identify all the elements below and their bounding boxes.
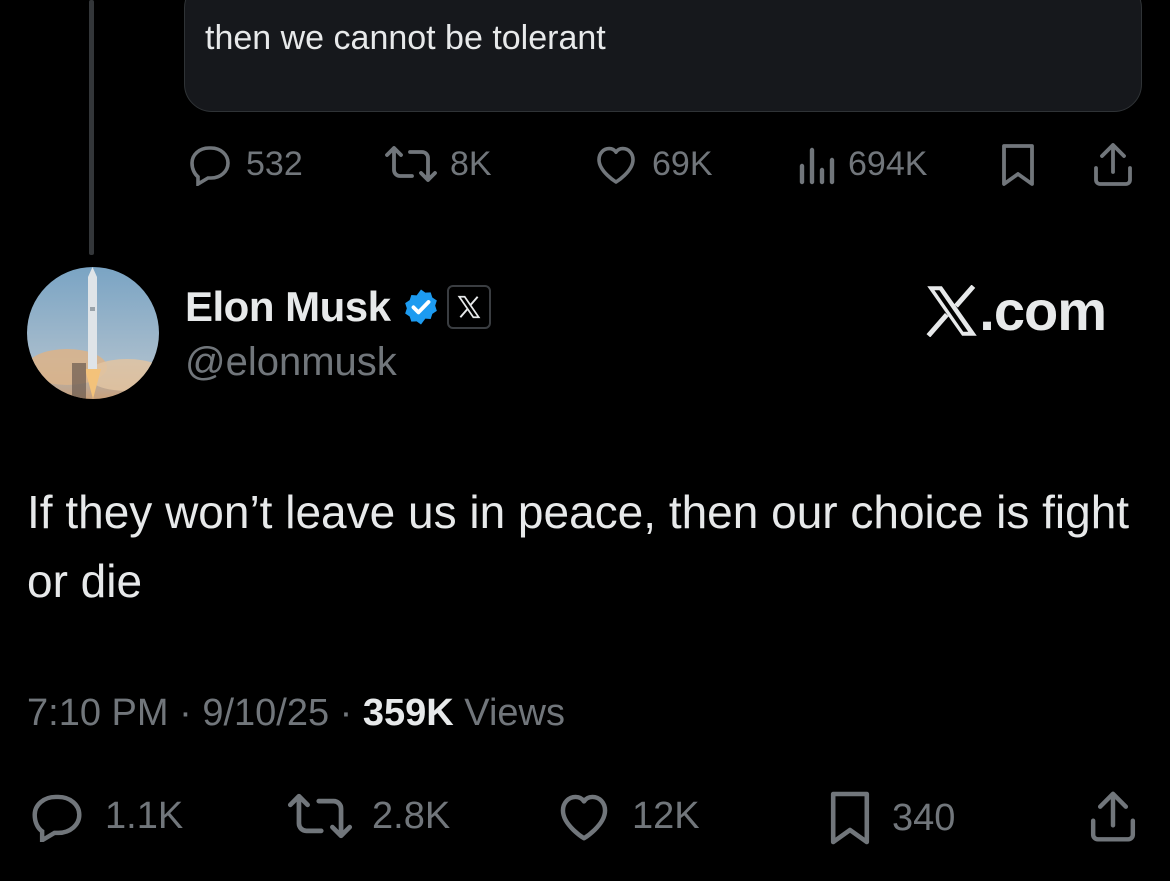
repost-icon (385, 146, 437, 182)
avatar-image (27, 267, 159, 399)
x-com-watermark: .com (925, 278, 1107, 343)
quoted-share-button[interactable] (1090, 140, 1136, 188)
quoted-reply-count: 532 (246, 144, 303, 183)
views-count[interactable]: 359K (363, 692, 454, 734)
author-name-row: Elon Musk (185, 283, 491, 331)
reply-icon (32, 794, 82, 842)
like-icon (597, 146, 635, 184)
post-date[interactable]: 9/10/25 (202, 692, 329, 734)
affiliate-badge[interactable] (446, 285, 491, 329)
post-meta: 7:10 PM · 9/10/25 · 359K Views (27, 692, 565, 735)
bookmark-icon (830, 791, 870, 845)
quoted-repost-button[interactable]: 8K (384, 142, 492, 186)
x-logo-icon (457, 295, 480, 319)
like-icon (560, 794, 608, 841)
reply-count: 1.1K (105, 794, 184, 837)
repost-button[interactable]: 2.8K (286, 790, 450, 842)
quoted-views-count: 694K (848, 144, 928, 183)
quoted-like-button[interactable]: 69K (592, 142, 713, 186)
avatar[interactable] (27, 267, 159, 399)
quoted-bookmark-button[interactable] (998, 142, 1038, 188)
reply-icon (190, 146, 230, 186)
repost-icon (287, 793, 353, 839)
author-name[interactable]: Elon Musk (185, 283, 391, 331)
x-com-label: .com (979, 279, 1107, 342)
post-time[interactable]: 7:10 PM (27, 692, 169, 734)
share-button[interactable] (1086, 788, 1140, 844)
thread-connector-line (89, 0, 94, 255)
share-icon (1094, 143, 1132, 186)
share-icon (1090, 791, 1136, 842)
x-logo-icon (926, 284, 978, 337)
views-label: Views (453, 692, 565, 734)
post-text: If they won’t leave us in peace, then ou… (27, 486, 1130, 607)
verified-badge-icon (404, 289, 437, 325)
reply-button[interactable]: 1.1K (27, 790, 183, 842)
like-button[interactable]: 12K (554, 790, 700, 842)
repost-count: 2.8K (372, 794, 451, 837)
like-count: 12K (632, 794, 700, 837)
quoted-like-count: 69K (652, 144, 713, 183)
quoted-repost-count: 8K (450, 144, 492, 183)
quoted-views-button[interactable]: 694K (796, 142, 927, 186)
meta-separator: · (168, 692, 203, 734)
bookmark-count: 340 (892, 796, 956, 839)
post-actions: 1.1K 2.8K 12K 340 (0, 790, 1170, 845)
bookmark-button[interactable]: 340 (826, 790, 955, 846)
quoted-post-actions: 532 8K 69K 694K (0, 140, 1170, 190)
quoted-reply-button[interactable]: 532 (186, 142, 303, 186)
meta-separator: · (329, 692, 363, 734)
quoted-post-text: then we cannot be tolerant (205, 19, 606, 57)
views-icon (799, 147, 835, 185)
bookmark-icon (1002, 144, 1034, 186)
author-handle[interactable]: @elonmusk (185, 340, 397, 385)
quoted-post-card[interactable]: then we cannot be tolerant (184, 0, 1142, 112)
